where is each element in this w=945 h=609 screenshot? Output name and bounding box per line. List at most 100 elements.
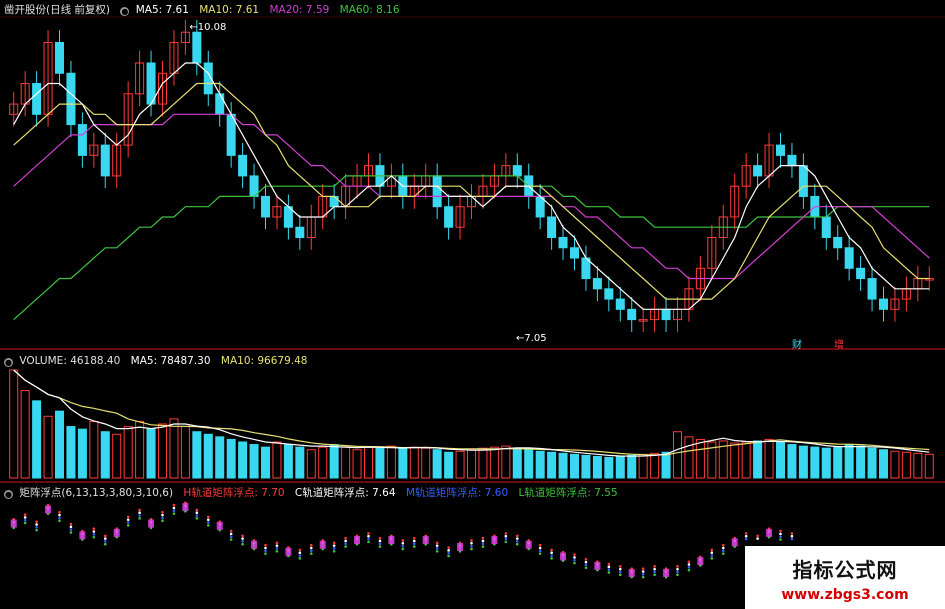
volume-bar [306, 449, 316, 479]
volume-bar [878, 449, 889, 479]
c-track-point [378, 539, 382, 543]
volume-bar [260, 446, 271, 479]
ma20-label: MA20: 7.59 [269, 4, 330, 16]
volume-ma5-label: MA5: 78487.30 [130, 355, 211, 367]
h-track-point [618, 565, 622, 568]
h-track-point [298, 548, 302, 552]
volume-bar [386, 445, 396, 479]
l-track-point [378, 545, 382, 548]
m-track-point [23, 518, 27, 522]
volume-bar [672, 431, 683, 479]
candle-body [329, 195, 339, 208]
c-track-point [206, 518, 210, 522]
indicator-block [10, 519, 17, 528]
c-track-point [241, 537, 244, 540]
c-track-point [23, 516, 27, 519]
m-track-point [470, 544, 473, 548]
indicator-block [285, 547, 292, 556]
l-track-point [504, 540, 508, 544]
m-track-point [298, 554, 302, 557]
c-track-point [344, 539, 347, 543]
h-track-point [92, 527, 96, 531]
price-header: 凿开股份(日线 前复权) ● MA5: 7.61 MA10: 7.61 MA20… [4, 3, 407, 17]
h-track-point [58, 510, 61, 514]
candle-body [787, 154, 797, 167]
candle-body [604, 288, 614, 300]
h-track-point [172, 503, 176, 507]
c-track-point [332, 544, 336, 547]
settings-dot-icon[interactable]: ● [120, 7, 130, 16]
m-track-point [264, 549, 267, 553]
indicator-block [525, 540, 532, 549]
l-track-point [687, 568, 691, 572]
volume-bar [604, 456, 614, 479]
volume-bar [363, 446, 374, 479]
volume-bar [318, 446, 328, 479]
h-track-point [538, 543, 542, 547]
l-track-point [515, 542, 519, 546]
volume-bar [592, 455, 602, 479]
indicator-block [216, 521, 223, 530]
volume-bar [753, 440, 763, 479]
candle-body [512, 165, 522, 177]
m-track-point [161, 516, 164, 520]
m-track-point [344, 542, 347, 546]
volume-bar [54, 410, 65, 479]
volume-settings-dot-icon[interactable]: ● [4, 358, 13, 367]
indicator-block [594, 561, 601, 570]
volume-bar [203, 433, 213, 479]
m-track-point [538, 549, 542, 553]
h-track-point [229, 529, 233, 533]
volume-bar [432, 449, 442, 479]
volume-bar [43, 415, 53, 479]
candle-body [627, 308, 637, 321]
l-track-point [641, 575, 645, 579]
volume-bar [32, 400, 42, 479]
c-track-point [584, 560, 588, 564]
l-track-point [241, 542, 244, 546]
c-track-point [229, 532, 233, 536]
h-track-point [756, 534, 759, 538]
h-track-point [367, 532, 370, 535]
indicator-block [560, 552, 567, 561]
m-track-point [515, 540, 519, 543]
l-track-point [550, 557, 553, 560]
l-track-point [69, 531, 73, 534]
m-track-point [172, 509, 176, 513]
h-track-point [447, 546, 450, 549]
candle-body [558, 236, 568, 249]
volume-bar [867, 447, 877, 479]
h-track-point [161, 510, 164, 514]
volume-bar [123, 426, 133, 479]
c-track-point [481, 539, 485, 543]
l-track-point [264, 552, 267, 555]
candle-body [775, 144, 786, 156]
h-track-point [412, 536, 416, 540]
l-track-point [35, 528, 38, 532]
l-track-point [538, 552, 542, 555]
l-track-point [584, 566, 588, 570]
h-track-point [687, 560, 691, 563]
indicator-settings-dot-icon[interactable]: ● [4, 490, 13, 499]
volume-bar [741, 441, 751, 479]
l-track-point [573, 561, 576, 565]
volume-bar [547, 451, 557, 479]
m-track-point [241, 540, 244, 543]
h-track-point [573, 553, 576, 556]
l-track-point [367, 540, 370, 544]
volume-bar [20, 390, 30, 479]
c-track-point [515, 537, 519, 540]
m-track-point [721, 549, 725, 553]
c-track-point [744, 534, 748, 538]
m-track-point [367, 537, 370, 541]
marker-zeng: 增 [834, 338, 844, 351]
volume-bar [512, 447, 522, 479]
l-track-point [275, 549, 279, 553]
indicator-block [388, 536, 395, 544]
c-track-point [435, 544, 439, 547]
l-track-point [138, 517, 141, 520]
h-track-point [607, 562, 611, 566]
indicator-block [457, 543, 464, 552]
m-track-point [103, 540, 107, 543]
c-track-point [641, 570, 645, 573]
